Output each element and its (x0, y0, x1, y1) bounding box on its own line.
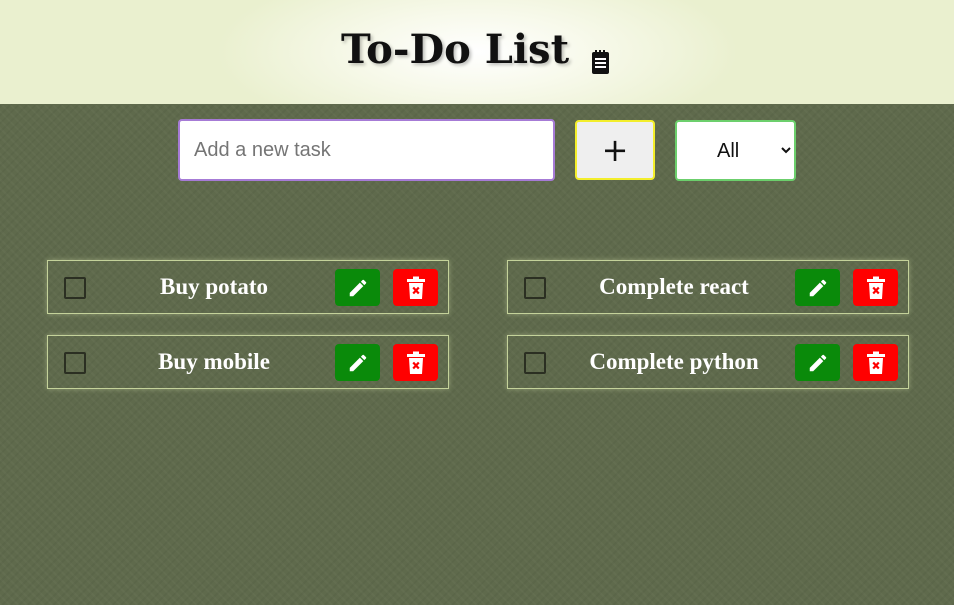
task-checkbox[interactable] (64, 352, 86, 374)
task-item: Buy potato (47, 260, 449, 314)
task-label: Complete react (599, 274, 749, 299)
add-task-button[interactable]: + (575, 120, 655, 180)
page-title-row: To-Do List (0, 22, 954, 78)
pencil-icon (809, 354, 826, 371)
pencil-icon (349, 354, 366, 371)
edit-task-button[interactable] (795, 344, 840, 381)
pencil-icon (809, 279, 826, 296)
new-task-input[interactable] (178, 119, 555, 181)
notepad-icon (589, 35, 613, 74)
task-label: Buy mobile (158, 349, 270, 374)
trash-icon (866, 351, 885, 374)
task-item: Complete python (507, 335, 909, 389)
page-title: To-Do List (340, 26, 570, 73)
edit-task-button[interactable] (335, 344, 380, 381)
task-label: Buy potato (160, 274, 268, 299)
task-label: Complete python (589, 349, 759, 374)
header: To-Do List (0, 0, 954, 104)
task-checkbox[interactable] (64, 277, 86, 299)
task-checkbox[interactable] (524, 352, 546, 374)
delete-task-button[interactable] (393, 344, 438, 381)
delete-task-button[interactable] (853, 269, 898, 306)
edit-task-button[interactable] (335, 269, 380, 306)
trash-icon (406, 276, 425, 299)
pencil-icon (349, 279, 366, 296)
delete-task-button[interactable] (853, 344, 898, 381)
trash-icon (406, 351, 425, 374)
task-item: Complete react (507, 260, 909, 314)
delete-task-button[interactable] (393, 269, 438, 306)
task-checkbox[interactable] (524, 277, 546, 299)
edit-task-button[interactable] (795, 269, 840, 306)
trash-icon (866, 276, 885, 299)
task-item: Buy mobile (47, 335, 449, 389)
filter-select[interactable]: All (675, 120, 796, 181)
